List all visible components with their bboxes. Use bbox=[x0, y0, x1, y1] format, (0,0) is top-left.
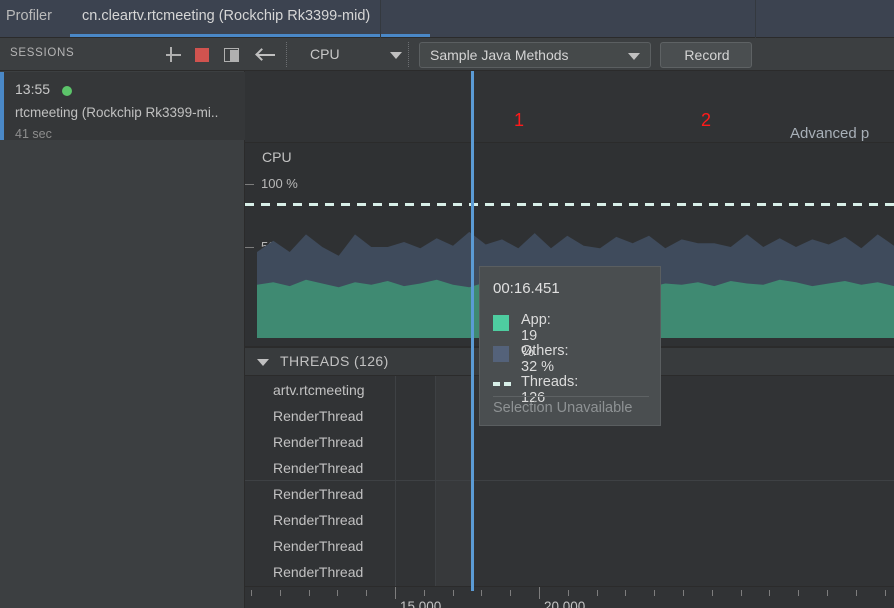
timeline-tick-label: 15.000 bbox=[400, 599, 442, 608]
toolbar-divider-1 bbox=[286, 42, 287, 67]
session-time: 13:55 bbox=[15, 81, 51, 97]
thread-row-label: RenderThread bbox=[273, 408, 364, 424]
timeline-minor-tick bbox=[597, 590, 598, 596]
timeline-minor-tick bbox=[827, 590, 828, 596]
threads-count-dashed-line bbox=[245, 203, 894, 206]
timeline-minor-tick bbox=[510, 590, 511, 596]
timeline-playhead[interactable] bbox=[471, 71, 474, 591]
stop-square-icon bbox=[195, 48, 209, 62]
profiler-window: Profiler cn.cleartv.rtcmeeting (Rockchip… bbox=[0, 0, 894, 608]
thread-row[interactable]: RenderThread bbox=[245, 430, 894, 456]
tooltip-divider bbox=[493, 396, 649, 397]
annotation-marker-1: 1 bbox=[514, 110, 525, 130]
others-swatch bbox=[493, 346, 509, 362]
recording-config-label: Sample Java Methods bbox=[430, 47, 569, 63]
tooltip-footer: Selection Unavailable bbox=[493, 400, 633, 416]
cpu-tooltip: 00:16.451 App: 19 % Others: 32 % Threads… bbox=[479, 266, 661, 426]
profiler-header-strip: 1 2 Advanced p bbox=[245, 71, 894, 143]
thread-row-label: RenderThread bbox=[273, 512, 364, 528]
session-name: rtcmeeting (Rockchip Rk3399-mi.. bbox=[15, 105, 219, 120]
profiler-type-dropdown[interactable]: CPU bbox=[300, 43, 410, 67]
record-button-label: Record bbox=[684, 47, 730, 63]
timeline-minor-tick bbox=[885, 590, 886, 596]
thread-row[interactable]: RenderThread bbox=[245, 534, 894, 560]
back-arrow-head bbox=[255, 47, 268, 61]
timeline-major-tick bbox=[395, 587, 396, 599]
timeline-minor-tick bbox=[309, 590, 310, 596]
timeline-minor-tick bbox=[280, 590, 281, 596]
window-tab-strip: Profiler cn.cleartv.rtcmeeting (Rockchip… bbox=[0, 0, 894, 38]
toolbar-divider-2 bbox=[408, 42, 409, 67]
timeline-minor-tick bbox=[741, 590, 742, 596]
thread-row[interactable]: RenderThread bbox=[245, 560, 894, 586]
timeline-minor-tick bbox=[251, 590, 252, 596]
threads-header-label: THREADS (126) bbox=[280, 353, 389, 369]
tabstrip-divider-1 bbox=[380, 0, 381, 38]
toggle-panel-button[interactable] bbox=[221, 44, 242, 65]
advanced-profiling-text: Advanced p bbox=[790, 125, 870, 142]
timeline-minor-tick bbox=[683, 590, 684, 596]
session-selected-accent bbox=[0, 72, 4, 140]
record-button[interactable]: Record bbox=[660, 42, 752, 68]
timeline-minor-tick bbox=[424, 590, 425, 596]
thread-row-label: artv.rtcmeeting bbox=[273, 382, 365, 398]
app-swatch bbox=[493, 315, 509, 331]
timeline-minor-tick bbox=[568, 590, 569, 596]
green-dot-icon bbox=[62, 86, 72, 96]
threads-group-divider bbox=[245, 480, 894, 481]
tabstrip-divider-2 bbox=[755, 0, 756, 38]
sessions-toolbar: SESSIONS bbox=[0, 38, 245, 71]
timeline-minor-tick bbox=[712, 590, 713, 596]
profiler-type-label: CPU bbox=[310, 46, 340, 62]
timeline-minor-tick bbox=[798, 590, 799, 596]
tab-profiler[interactable]: Profiler bbox=[6, 8, 52, 24]
tab-active-underline bbox=[70, 34, 430, 37]
recording-config-dropdown[interactable]: Sample Java Methods bbox=[419, 42, 651, 68]
thread-row-label: RenderThread bbox=[273, 486, 364, 502]
back-arrow-icon[interactable] bbox=[254, 44, 278, 65]
timeline-minor-tick bbox=[769, 590, 770, 596]
annotation-marker-2: 2 bbox=[701, 110, 712, 130]
timeline-axis[interactable]: 15.000 20.000 bbox=[245, 586, 894, 608]
thread-row-label: RenderThread bbox=[273, 538, 364, 554]
sessions-panel: SESSIONS 13:55 rtcmeeting (Rockchip Rk33… bbox=[0, 38, 245, 608]
session-duration: 41 sec bbox=[15, 127, 52, 141]
tooltip-timestamp: 00:16.451 bbox=[493, 280, 560, 297]
thread-row[interactable]: RenderThread bbox=[245, 482, 894, 508]
thread-row[interactable]: RenderThread bbox=[245, 456, 894, 482]
timeline-minor-tick bbox=[337, 590, 338, 596]
timeline-minor-tick bbox=[625, 590, 626, 596]
thread-row-label: RenderThread bbox=[273, 460, 364, 476]
timeline-tick-label: 20.000 bbox=[544, 599, 586, 608]
sessions-title: SESSIONS bbox=[10, 47, 75, 59]
timeline-minor-tick bbox=[481, 590, 482, 596]
chevron-down-icon bbox=[390, 52, 402, 59]
timeline-minor-tick bbox=[654, 590, 655, 596]
chevron-down-icon bbox=[628, 53, 640, 60]
timeline-minor-tick bbox=[366, 590, 367, 596]
timeline-major-tick bbox=[539, 587, 540, 599]
timeline-minor-tick bbox=[453, 590, 454, 596]
thread-row-label: RenderThread bbox=[273, 434, 364, 450]
profiler-main: CPU Sample Java Methods Record 1 2 Advan… bbox=[245, 38, 894, 608]
toggle-panel-icon-fill bbox=[230, 49, 238, 61]
tooltip-others-text: Others: 32 % bbox=[521, 343, 569, 375]
chevron-down-icon[interactable] bbox=[257, 359, 269, 366]
add-session-button[interactable] bbox=[163, 44, 184, 65]
threads-dash-swatch bbox=[493, 382, 511, 386]
thread-row[interactable]: RenderThread bbox=[245, 508, 894, 534]
timeline-minor-tick bbox=[856, 590, 857, 596]
session-item[interactable]: 13:55 rtcmeeting (Rockchip Rk3399-mi.. 4… bbox=[0, 72, 245, 141]
stop-session-button[interactable] bbox=[192, 44, 213, 65]
profiler-toolbar: CPU Sample Java Methods Record bbox=[245, 38, 894, 71]
thread-row-label: RenderThread bbox=[273, 564, 364, 580]
